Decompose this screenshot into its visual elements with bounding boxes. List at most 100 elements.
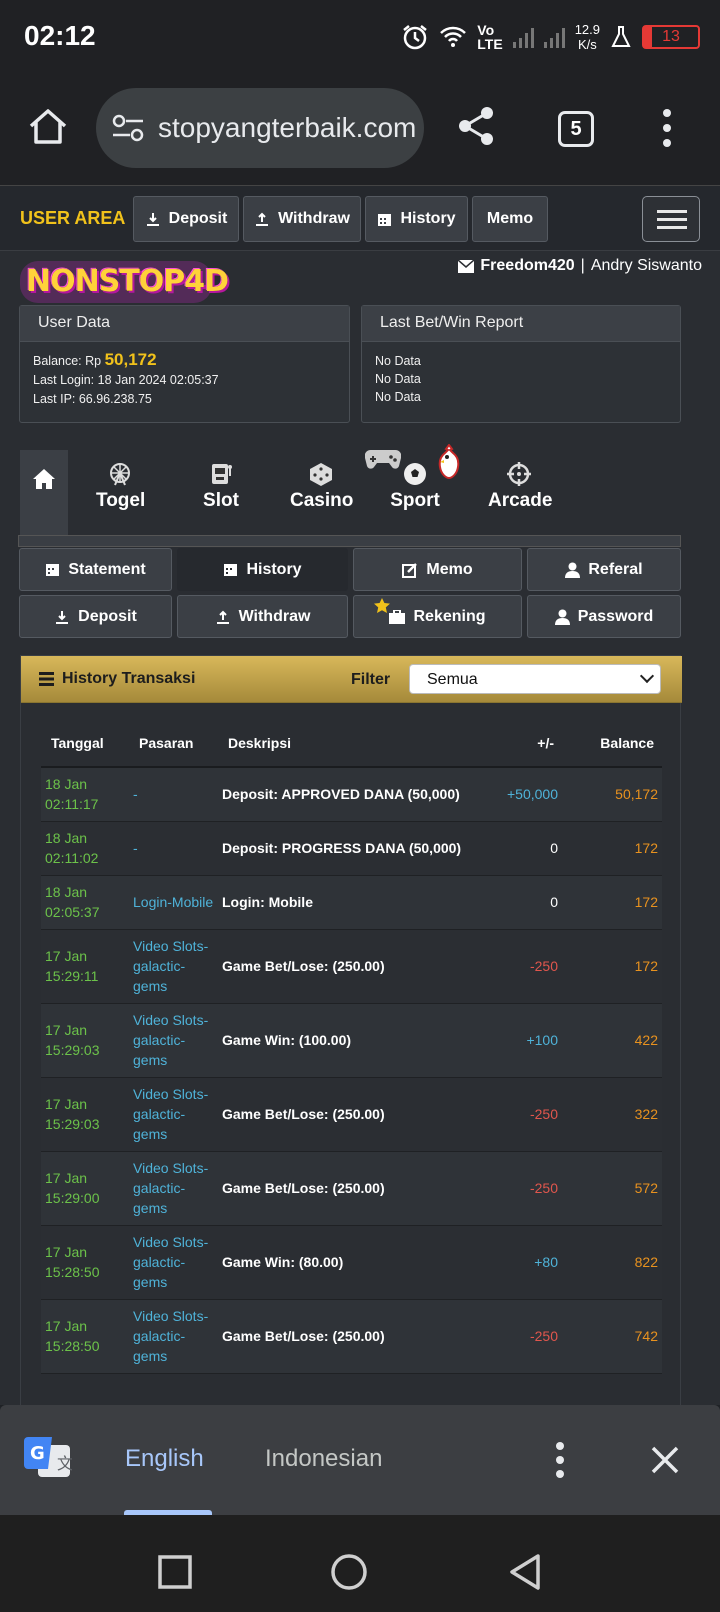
system-nav-bar xyxy=(0,1515,720,1612)
top-deposit-button[interactable]: Deposit xyxy=(133,196,239,242)
cell-market: Video Slots-galactic-gems xyxy=(129,929,218,1004)
filter-select[interactable]: Semua xyxy=(409,664,661,694)
nav-home-button[interactable] xyxy=(20,450,68,536)
nav-arcade[interactable]: Arcade xyxy=(488,462,552,512)
status-bar: 02:12 Vo LTE 12.9 K/s 13 xyxy=(0,0,720,75)
home-icon xyxy=(33,469,55,489)
cell-change: -250 xyxy=(486,1077,570,1152)
network-speed: 12.9 K/s xyxy=(574,22,600,52)
list-icon xyxy=(39,672,54,686)
history-table: Tanggal Pasaran Deskripsi +/- Balance 18… xyxy=(41,720,662,1374)
nav-togel[interactable]: Togel xyxy=(96,462,145,512)
web-page: USER AREA Deposit Withdraw History Memo … xyxy=(0,185,720,1405)
hamburger-menu-button[interactable] xyxy=(642,196,700,242)
filter-label: Filter xyxy=(351,671,391,688)
real-name: Andry Siswanto xyxy=(590,257,702,274)
site-settings-icon[interactable] xyxy=(112,114,144,142)
lang-option-english[interactable]: English xyxy=(125,1445,204,1473)
cell-change: -250 xyxy=(486,929,570,1004)
cell-description: Game Bet/Lose: (250.00) xyxy=(218,1077,486,1152)
nav-casino[interactable]: Casino xyxy=(290,462,353,512)
top-withdraw-button[interactable]: Withdraw xyxy=(243,196,361,242)
menu-withdraw-button[interactable]: Withdraw xyxy=(177,595,348,638)
deposit-icon xyxy=(56,610,69,624)
bet-report-title: Last Bet/Win Report xyxy=(362,306,680,342)
svg-text:G: G xyxy=(30,1443,45,1464)
menu-rekening-button[interactable]: Rekening xyxy=(353,595,522,638)
cell-description: Game Bet/Lose: (250.00) xyxy=(218,1299,486,1374)
browser-toolbar: stopyangterbaik.com 5 xyxy=(0,75,720,185)
gamepad-icon xyxy=(365,449,401,469)
envelope-icon[interactable] xyxy=(458,259,475,273)
browser-menu-icon[interactable] xyxy=(662,108,672,148)
calendar-icon xyxy=(378,213,392,226)
cell-change: +80 xyxy=(486,1225,570,1300)
cell-description: Game Bet/Lose: (250.00) xyxy=(218,1151,486,1226)
history-title: History Transaksi xyxy=(39,670,195,688)
table-row: 17 Jan 15:29:03 Video Slots-galactic-gems G… xyxy=(41,1003,662,1078)
col-deskripsi: Deskripsi xyxy=(218,720,486,768)
table-row: 17 Jan 15:29:00 Video Slots-galactic-gems G… xyxy=(41,1151,662,1226)
lang-option-indonesian[interactable]: Indonesian xyxy=(265,1445,382,1473)
col-balance: Balance xyxy=(570,720,662,768)
cell-description: Game Bet/Lose: (250.00) xyxy=(218,929,486,1004)
game-nav: Togel Slot Casino Sport Arcade xyxy=(20,444,701,536)
deposit-icon xyxy=(146,213,159,226)
menu-password-button[interactable]: Password xyxy=(527,595,681,638)
cell-balance: 572 xyxy=(570,1151,662,1226)
cell-date: 18 Jan 02:11:02 xyxy=(41,821,129,876)
signal-icon-2 xyxy=(543,26,565,48)
cell-market: - xyxy=(129,821,218,876)
battery-indicator: 13 xyxy=(642,25,700,49)
menu-history-button[interactable]: History xyxy=(177,548,348,591)
close-icon[interactable] xyxy=(650,1445,680,1475)
share-icon[interactable] xyxy=(455,105,497,147)
cell-description: Game Win: (80.00) xyxy=(218,1225,486,1300)
cell-market: Video Slots-galactic-gems xyxy=(129,1299,218,1374)
top-memo-button[interactable]: Memo xyxy=(472,196,548,242)
translate-menu-icon[interactable] xyxy=(555,1441,565,1479)
menu-statement-button[interactable]: Statement xyxy=(19,548,172,591)
back-icon[interactable] xyxy=(508,1553,542,1591)
signal-icon xyxy=(512,26,534,48)
nav-slot[interactable]: Slot xyxy=(200,462,242,512)
game-nav-divider xyxy=(18,535,681,547)
cell-balance: 822 xyxy=(570,1225,662,1300)
history-panel: History Transaksi Filter Semua Tanggal P… xyxy=(20,655,682,1405)
recents-icon[interactable] xyxy=(158,1555,192,1589)
cell-change: -250 xyxy=(486,1299,570,1374)
cell-date: 17 Jan 15:29:03 xyxy=(41,1003,129,1078)
cell-market: Video Slots-galactic-gems xyxy=(129,1225,218,1300)
url-bar[interactable]: stopyangterbaik.com xyxy=(96,88,424,168)
user-identity: Freedom420 | Andry Siswanto xyxy=(458,257,702,275)
cell-description: Game Win: (100.00) xyxy=(218,1003,486,1078)
url-text[interactable]: stopyangterbaik.com xyxy=(158,112,416,144)
cell-market: Login-Mobile xyxy=(129,875,218,930)
col-pasaran: Pasaran xyxy=(129,720,218,768)
table-row: 17 Jan 15:28:50 Video Slots-galactic-gems G… xyxy=(41,1225,662,1300)
cell-balance: 50,172 xyxy=(570,767,662,822)
cell-change: -250 xyxy=(486,1151,570,1226)
google-translate-icon[interactable]: 文G xyxy=(24,1435,72,1481)
status-icons: Vo LTE 12.9 K/s 13 xyxy=(401,20,700,54)
ferris-wheel-icon xyxy=(110,463,130,486)
user-icon xyxy=(565,562,581,578)
user-data-panel: User Data Balance: Rp 50,172 Last Login:… xyxy=(19,305,350,423)
balance-value: 50,172 xyxy=(104,350,157,369)
menu-referal-button[interactable]: Referal xyxy=(527,548,681,591)
site-logo[interactable]: NONSTOP4D xyxy=(20,261,229,303)
calendar-icon xyxy=(46,564,60,576)
top-history-button[interactable]: History xyxy=(365,196,468,242)
cell-description: Deposit: PROGRESS DANA (50,000) xyxy=(218,821,486,876)
wifi-icon xyxy=(440,26,467,47)
cell-change: +50,000 xyxy=(486,767,570,822)
home-circle-icon[interactable] xyxy=(330,1553,368,1591)
briefcase-icon xyxy=(389,609,406,624)
cell-balance: 172 xyxy=(570,821,662,876)
menu-deposit-button[interactable]: Deposit xyxy=(19,595,172,638)
menu-memo-button[interactable]: Memo xyxy=(353,548,522,591)
cell-change: 0 xyxy=(486,821,570,876)
user-icon xyxy=(554,609,570,625)
home-icon[interactable] xyxy=(26,105,70,149)
tab-switcher-button[interactable]: 5 xyxy=(558,111,594,147)
